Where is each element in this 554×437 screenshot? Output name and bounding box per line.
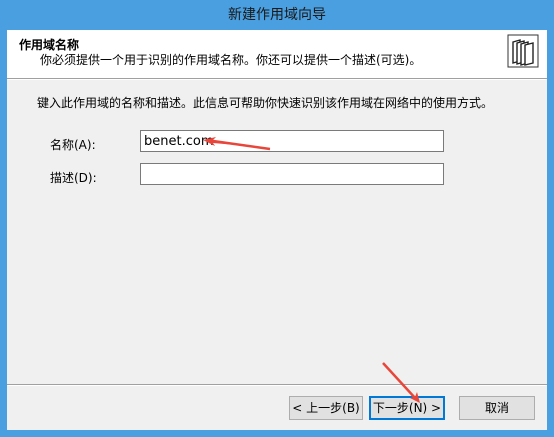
wizard-header: 作用域名称 你必须提供一个用于识别的作用域名称。你还可以提供一个描述(可选)。 (7, 30, 547, 78)
name-input[interactable] (140, 130, 444, 152)
back-button[interactable]: < 上一步(B) (289, 396, 363, 420)
wizard-window: 新建作用域向导 作用域名称 你必须提供一个用于识别的作用域名称。你还可以提供一个… (0, 0, 554, 437)
description-input[interactable] (140, 163, 444, 185)
header-divider-highlight (7, 79, 547, 80)
next-button[interactable]: 下一步(N) > (369, 396, 445, 420)
cancel-button[interactable]: 取消 (459, 396, 535, 420)
page-subtitle: 你必须提供一个用于识别的作用域名称。你还可以提供一个描述(可选)。 (40, 53, 422, 67)
window-title: 新建作用域向导 (228, 7, 326, 23)
instruction-text: 键入此作用域的名称和描述。此信息可帮助你快速识别该作用域在网络中的使用方式。 (37, 96, 494, 110)
wizard-content: 作用域名称 你必须提供一个用于识别的作用域名称。你还可以提供一个描述(可选)。 … (7, 30, 547, 430)
name-label: 名称(A): (50, 138, 96, 152)
description-label: 描述(D): (50, 171, 97, 185)
book-icon (507, 34, 539, 68)
footer-divider-highlight (7, 385, 547, 386)
